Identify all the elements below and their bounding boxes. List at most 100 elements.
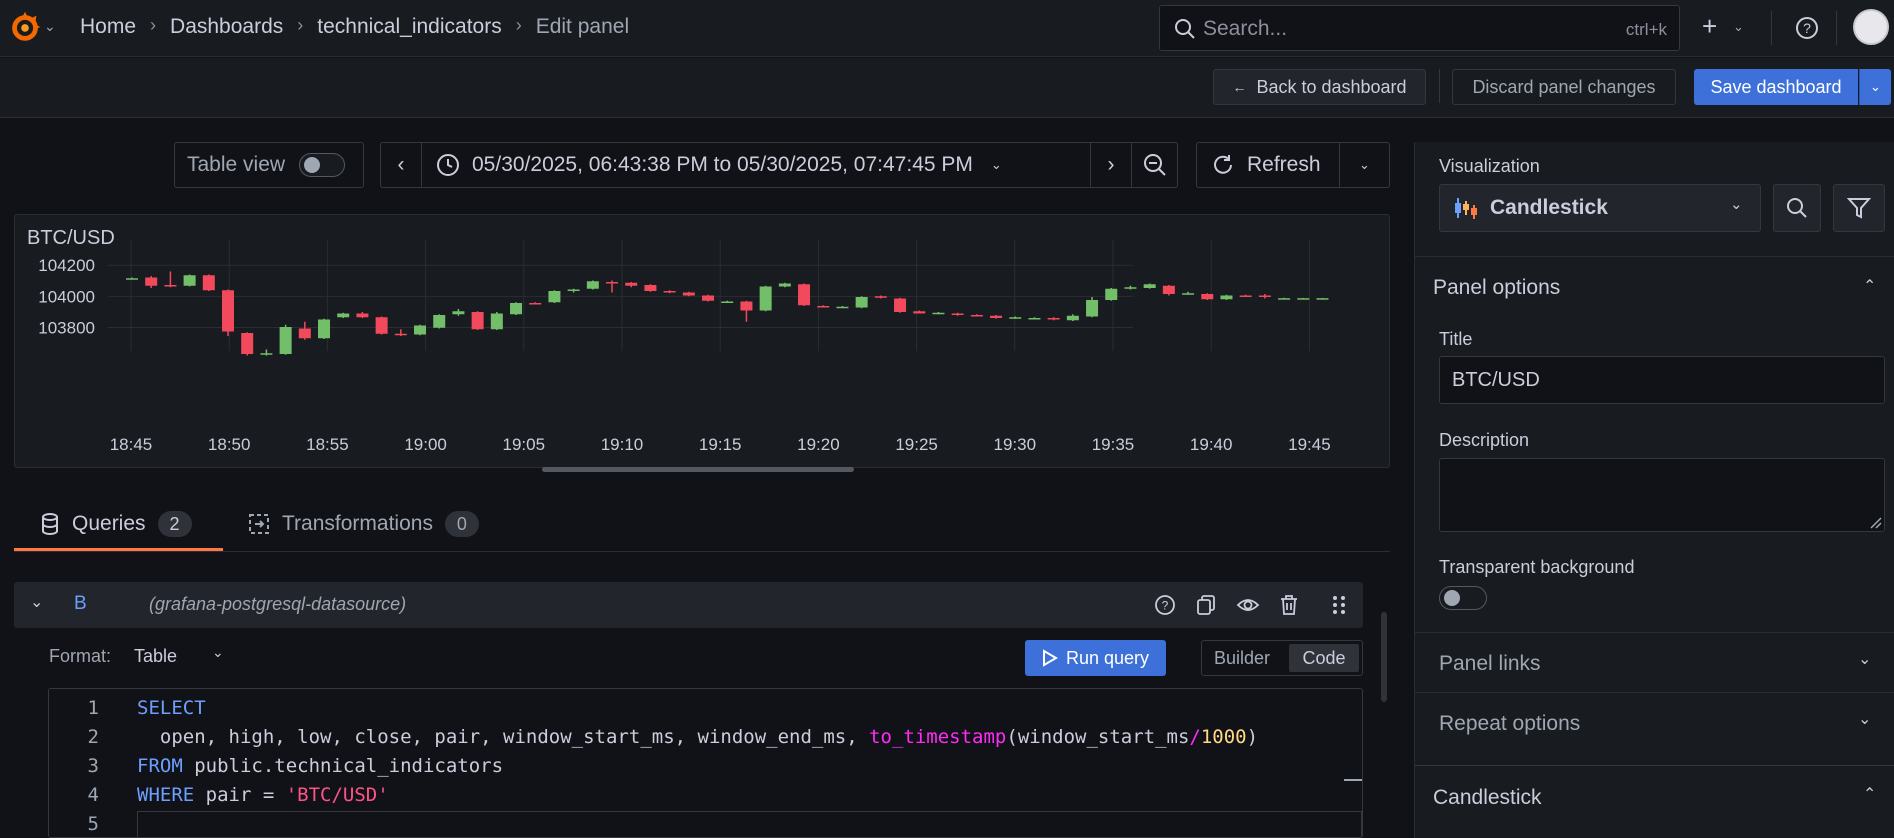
candle-body	[1201, 294, 1214, 300]
candle-body	[682, 292, 695, 296]
x-tick-label: 19:40	[1190, 435, 1233, 454]
time-range-back-button[interactable]: ‹	[380, 142, 422, 188]
candle-body	[586, 281, 599, 289]
candle-body	[260, 353, 273, 355]
play-icon	[1042, 649, 1058, 667]
visualization-select[interactable]: Candlestick ⌄	[1439, 184, 1761, 232]
refresh-button[interactable]: Refresh	[1196, 142, 1340, 188]
candle-body	[798, 284, 811, 306]
candle-body	[1009, 317, 1022, 319]
chevron-down-icon: ⌄	[1730, 196, 1743, 213]
candle-body	[164, 285, 177, 287]
code-line: FROM public.technical_indicators	[137, 755, 504, 777]
breadcrumb-home[interactable]: Home	[80, 15, 136, 39]
candle-body	[721, 301, 734, 303]
grafana-logo-icon[interactable]	[6, 8, 44, 46]
time-range-forward-button[interactable]: ›	[1090, 142, 1132, 188]
candle-body	[279, 327, 292, 354]
edit-panel-actions-bar: ← Back to dashboard Discard panel change…	[0, 58, 1894, 118]
candle-body	[817, 306, 830, 308]
candle-body	[894, 298, 907, 312]
time-range-picker[interactable]: 05/30/2025, 06:43:38 PM to 05/30/2025, 0…	[421, 142, 1091, 188]
breadcrumb-current: Edit panel	[535, 15, 630, 38]
candlestick-chart[interactable]: 104200 104000 103800 18:45 18:50 18:55 19:00 19…	[15, 215, 1389, 467]
search-visualizations-button[interactable]	[1773, 184, 1821, 232]
transparent-background-switch[interactable]	[1439, 586, 1487, 610]
candle-body	[951, 313, 964, 315]
panel-options-title[interactable]: Panel options	[1433, 276, 1560, 300]
candle-body	[298, 328, 311, 339]
search-input[interactable]: Search... ctrl+k	[1159, 5, 1680, 51]
panel-links-section[interactable]: Panel links ⌄	[1415, 632, 1894, 692]
code-mode-button[interactable]: Code	[1289, 644, 1359, 672]
line-number: 3	[87, 755, 99, 777]
candle-body	[663, 291, 676, 293]
save-dashboard-button[interactable]: Save dashboard	[1694, 69, 1858, 105]
candle-body	[433, 315, 446, 328]
table-view-switch[interactable]	[299, 153, 346, 177]
trash-icon[interactable]	[1278, 594, 1300, 616]
chevron-down-icon[interactable]: ⌄	[30, 592, 43, 612]
plus-icon[interactable]: +	[1702, 11, 1717, 42]
minimap-indicator	[1344, 779, 1362, 781]
horizontal-scrollbar[interactable]	[542, 467, 854, 472]
vertical-scrollbar[interactable]	[1381, 612, 1387, 702]
repeat-options-section[interactable]: Repeat options ⌄	[1415, 692, 1894, 752]
candle-body	[913, 311, 926, 314]
chevron-up-icon: ⌃	[1863, 786, 1877, 803]
discard-panel-changes-button[interactable]: Discard panel changes	[1452, 69, 1676, 105]
svg-text:?: ?	[1803, 20, 1811, 36]
candle-body	[625, 282, 638, 286]
breadcrumb-dashboards[interactable]: Dashboards	[170, 15, 283, 39]
zoom-out-button[interactable]	[1131, 142, 1178, 188]
query-ref-id[interactable]: B	[74, 593, 87, 615]
x-tick-label: 19:15	[699, 435, 742, 454]
sql-code-editor[interactable]: 1 2 3 4 5 SELECT open, high, low, close,…	[48, 688, 1363, 838]
back-to-dashboard-button[interactable]: ← Back to dashboard	[1213, 69, 1426, 105]
description-textarea[interactable]	[1439, 458, 1885, 532]
divider	[1836, 11, 1837, 45]
x-tick-label: 18:50	[208, 435, 251, 454]
transform-icon	[249, 514, 269, 534]
copy-icon[interactable]	[1195, 594, 1217, 616]
candle-body	[1297, 298, 1310, 300]
save-options-dropdown[interactable]: ⌄	[1859, 69, 1891, 105]
help-icon[interactable]: ?	[1794, 15, 1820, 41]
candle-body	[932, 312, 945, 315]
filter-options-button[interactable]	[1833, 184, 1885, 232]
eye-icon[interactable]	[1236, 594, 1260, 616]
format-select[interactable]: Table ⌄	[134, 644, 234, 672]
tab-transformations[interactable]: Transformations 0	[248, 500, 479, 548]
chevron-up-icon[interactable]: ⌃	[1863, 276, 1876, 296]
breadcrumb-dashboard[interactable]: technical_indicators	[317, 15, 501, 39]
search-shortcut: ctrl+k	[1625, 20, 1667, 39]
avatar[interactable]	[1853, 9, 1889, 45]
candle-body	[606, 282, 619, 284]
candle-body	[1316, 298, 1329, 300]
help-icon[interactable]: ?	[1154, 594, 1176, 616]
arrow-left-icon: ←	[1232, 79, 1247, 95]
candle-body	[222, 290, 235, 332]
chevron-down-icon[interactable]: ⌄	[44, 18, 56, 35]
x-tick-label: 19:10	[601, 435, 644, 454]
chevron-down-icon: ⌄	[212, 644, 224, 660]
code-line: WHERE pair = 'BTC/USD'	[137, 784, 389, 806]
candlestick-options-section[interactable]: Candlestick ⌃	[1415, 765, 1894, 838]
title-input[interactable]: BTC/USD	[1439, 356, 1885, 404]
tab-queries[interactable]: Queries 2	[40, 500, 192, 548]
refresh-interval-dropdown[interactable]: ⌄	[1339, 142, 1390, 188]
chevron-right-icon: ›	[515, 15, 522, 35]
candle-body	[548, 291, 561, 303]
resize-handle-icon[interactable]	[1868, 515, 1882, 529]
tab-count-badge: 0	[444, 511, 479, 537]
chevron-down-icon: ⌄	[990, 157, 1002, 172]
table-view-toggle[interactable]: Table view	[174, 142, 364, 188]
drag-handle-icon[interactable]	[1332, 594, 1346, 616]
run-query-button[interactable]: Run query	[1025, 640, 1166, 676]
candle-body	[126, 278, 138, 280]
candle-body	[1162, 285, 1175, 294]
chevron-down-icon[interactable]: ⌄	[1733, 19, 1744, 35]
builder-mode-button[interactable]: Builder	[1214, 648, 1270, 669]
candle-body	[1278, 298, 1291, 300]
active-line-highlight	[137, 811, 1362, 837]
